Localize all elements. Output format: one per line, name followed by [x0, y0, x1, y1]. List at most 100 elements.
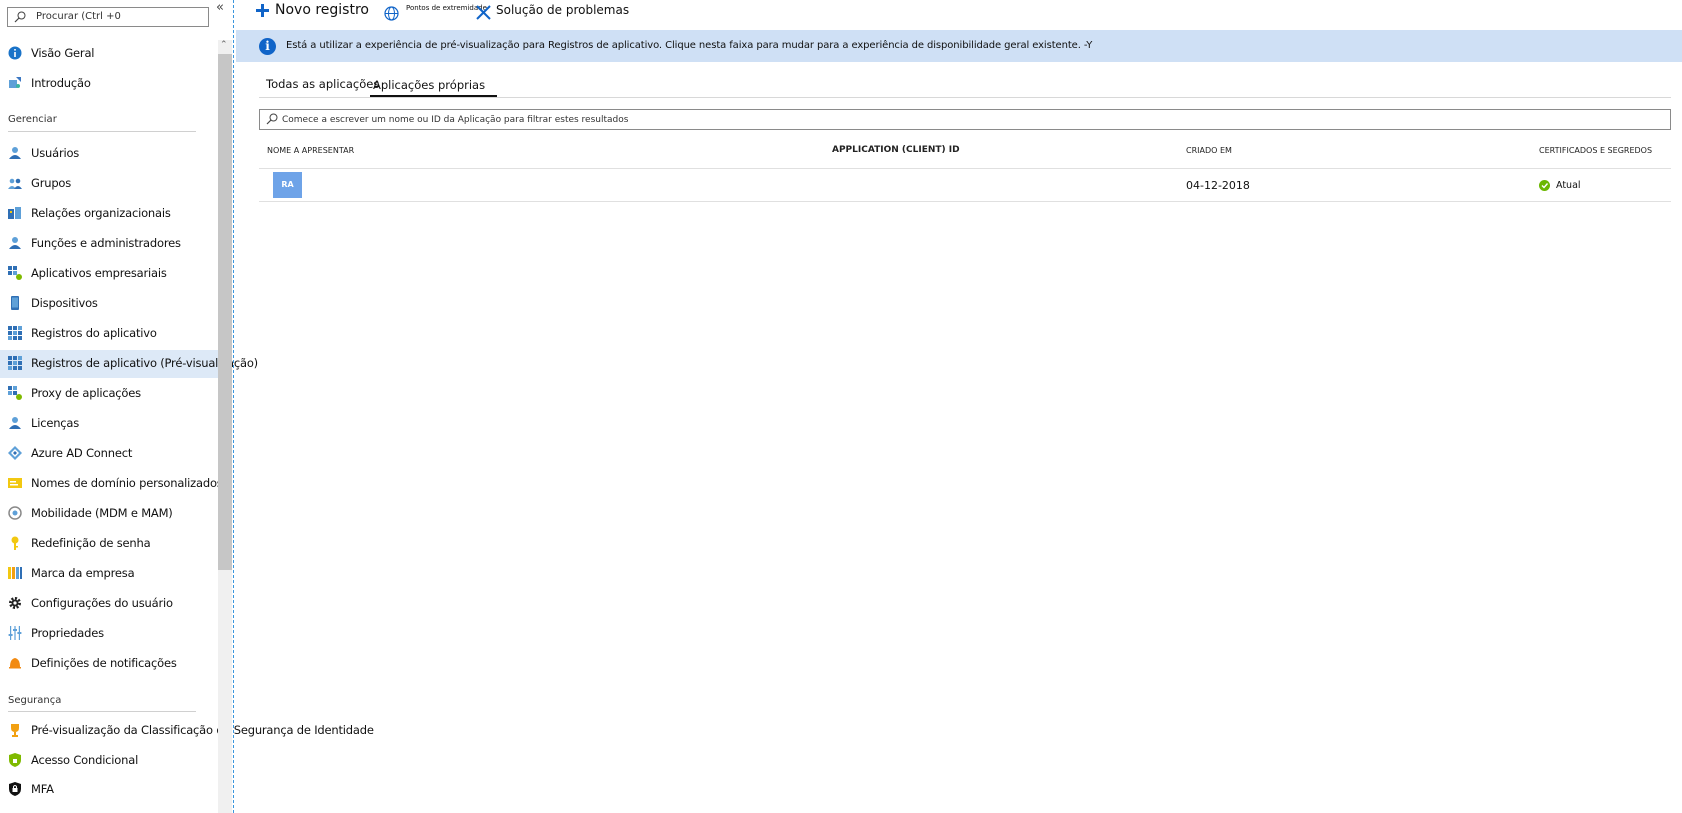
mobility-icon: [8, 506, 22, 520]
org-relations-icon: [8, 207, 21, 219]
user-icon: [9, 147, 21, 159]
wrench-cross-icon: [476, 5, 491, 20]
sidebar-item-label: Registros do aplicativo: [31, 326, 157, 340]
sidebar-item-label: Visão Geral: [31, 46, 95, 60]
branding-icon: [8, 567, 22, 579]
preview-banner[interactable]: i Está a utilizar a experiência de pré-v…: [236, 30, 1682, 62]
collapse-sidebar-button[interactable]: «: [216, 0, 224, 15]
new-registration-button[interactable]: Novo registro: [256, 2, 369, 18]
plus-icon: [256, 3, 269, 17]
sidebar-item-roles[interactable]: Funções e administradores: [0, 230, 218, 258]
sidebar-item-identity-secure-score[interactable]: Pré-visualização da Classificação de Seg…: [0, 717, 374, 745]
sidebar-item-label: Relações organizacionais: [31, 206, 171, 220]
sidebar-item-label: Grupos: [31, 176, 72, 190]
column-header-created[interactable]: CRIADO EM: [1186, 146, 1232, 155]
sidebar-item-label: Acesso Condicional: [31, 753, 139, 767]
sidebar-item-label: Redefinição de senha: [31, 536, 151, 550]
check-circle-icon: [1539, 180, 1550, 191]
sidebar-item-enterprise-apps[interactable]: Aplicativos empresariais: [0, 260, 218, 288]
endpoints-label: Pontos de extremidade: [406, 4, 487, 12]
sidebar-scrollbar-thumb[interactable]: [218, 54, 232, 570]
sidebar-item-label: Azure AD Connect: [31, 446, 133, 460]
sidebar-item-user-settings[interactable]: Configurações do usuário: [0, 590, 218, 618]
sidebar-item-label: Licenças: [31, 416, 80, 430]
app-registrations-icon: [8, 326, 22, 340]
sidebar-item-app-registrations[interactable]: Registros do aplicativo: [0, 320, 218, 348]
search-icon: [266, 113, 278, 125]
ad-connect-icon: [8, 446, 22, 460]
quickstart-icon: [9, 77, 21, 88]
sidebar-item-users[interactable]: Usuários: [0, 140, 218, 168]
filter-placeholder: Comece a escrever um nome ou ID da Aplic…: [282, 115, 629, 125]
shield-icon: [9, 753, 21, 767]
sidebar-border: [233, 0, 234, 813]
sidebar-item-org-relations[interactable]: Relações organizacionais: [0, 200, 218, 228]
trophy-icon: [11, 724, 19, 737]
filter-input[interactable]: Comece a escrever um nome ou ID da Aplic…: [259, 109, 1671, 130]
app-proxy-icon: [8, 386, 22, 400]
column-header-display-name[interactable]: NOME A APRESENTAR: [267, 146, 354, 155]
section-security-heading: Segurança: [8, 695, 62, 706]
device-icon: [11, 296, 19, 310]
sidebar-item-devices[interactable]: Dispositivos: [0, 290, 218, 318]
bell-icon: [9, 658, 21, 669]
divider: [8, 131, 196, 132]
sidebar-search-placeholder: Procurar (Ctrl +0: [36, 11, 121, 22]
sidebar-item-label: Propriedades: [31, 626, 104, 640]
sidebar-item-app-proxy[interactable]: Proxy de aplicações: [0, 380, 218, 408]
licenses-icon: [9, 417, 21, 429]
sidebar-item-app-registrations-preview[interactable]: Registros de aplicativo (Pré-visualizaçã…: [0, 350, 258, 378]
column-header-client-id[interactable]: APPLICATION (CLIENT) ID: [832, 145, 960, 155]
sidebar-item-label: Funções e administradores: [31, 236, 181, 250]
sidebar-item-groups[interactable]: Grupos: [0, 170, 218, 198]
sidebar-item-label: Introdução: [31, 76, 91, 90]
domain-names-icon: [8, 478, 22, 488]
sidebar-item-label: MFA: [31, 782, 54, 796]
created-date: 04-12-2018: [1186, 179, 1250, 192]
sidebar-item-label: Dispositivos: [31, 296, 98, 310]
group-icon: [8, 178, 22, 189]
properties-icon: [8, 626, 22, 640]
sidebar-item-label: Marca da empresa: [31, 566, 135, 580]
certificates-status: Atual: [1556, 180, 1581, 191]
section-manage-heading: Gerenciar: [8, 114, 57, 125]
sidebar-item-mobility[interactable]: Mobilidade (MDM e MAM): [0, 500, 218, 528]
divider: [259, 168, 1671, 169]
new-registration-label: Novo registro: [275, 2, 369, 18]
search-icon: [14, 11, 26, 23]
globe-icon: [384, 6, 399, 21]
sidebar-item-label: Pré-visualização da Classificação de Seg…: [31, 723, 374, 737]
lock-icon: [9, 782, 21, 796]
scroll-up-icon[interactable]: ⌃: [220, 40, 228, 50]
troubleshooting-label: Solução de problemas: [496, 3, 630, 17]
sidebar-item-overview[interactable]: Visão Geral: [0, 40, 218, 68]
sidebar-item-label: Aplicativos empresariais: [31, 266, 167, 280]
sidebar-item-password-reset[interactable]: Redefinição de senha: [0, 530, 218, 558]
info-circle-icon: [8, 46, 22, 60]
sidebar-item-label: Usuários: [31, 146, 80, 160]
app-registrations-preview-icon: [8, 356, 22, 370]
roles-icon: [9, 237, 21, 249]
banner-message: Está a utilizar a experiência de pré-vis…: [286, 40, 1093, 51]
sidebar-item-notifications-settings[interactable]: Definições de notificações: [0, 650, 218, 678]
column-header-certificates[interactable]: CERTIFICADOS E SEGREDOS: [1539, 146, 1652, 155]
sidebar-item-quickstart[interactable]: Introdução: [0, 70, 218, 98]
sidebar: Procurar (Ctrl +0 « Visão Geral Introduç…: [0, 0, 374, 813]
sidebar-item-label: Configurações do usuário: [31, 596, 173, 610]
sidebar-item-label: Mobilidade (MDM e MAM): [31, 506, 173, 520]
sidebar-item-mfa[interactable]: MFA: [0, 776, 218, 804]
sidebar-item-company-branding[interactable]: Marca da empresa: [0, 560, 218, 588]
sidebar-item-licenses[interactable]: Licenças: [0, 410, 218, 438]
sidebar-item-ad-connect[interactable]: Azure AD Connect: [0, 440, 218, 468]
key-icon: [11, 536, 19, 550]
sidebar-item-properties[interactable]: Propriedades: [0, 620, 218, 648]
sidebar-item-conditional-access[interactable]: Acesso Condicional: [0, 747, 218, 775]
divider: [8, 711, 196, 712]
sidebar-item-domain-names[interactable]: Nomes de domínio personalizados: [0, 470, 223, 498]
enterprise-apps-icon: [8, 266, 22, 280]
sidebar-item-label: Definições de notificações: [31, 656, 177, 670]
sidebar-search-input[interactable]: Procurar (Ctrl +0: [7, 7, 209, 27]
tab-owned-applications[interactable]: Aplicações próprias: [373, 78, 485, 92]
avatar: RA: [273, 172, 302, 198]
tab-all-applications[interactable]: Todas as aplicações: [266, 77, 379, 91]
